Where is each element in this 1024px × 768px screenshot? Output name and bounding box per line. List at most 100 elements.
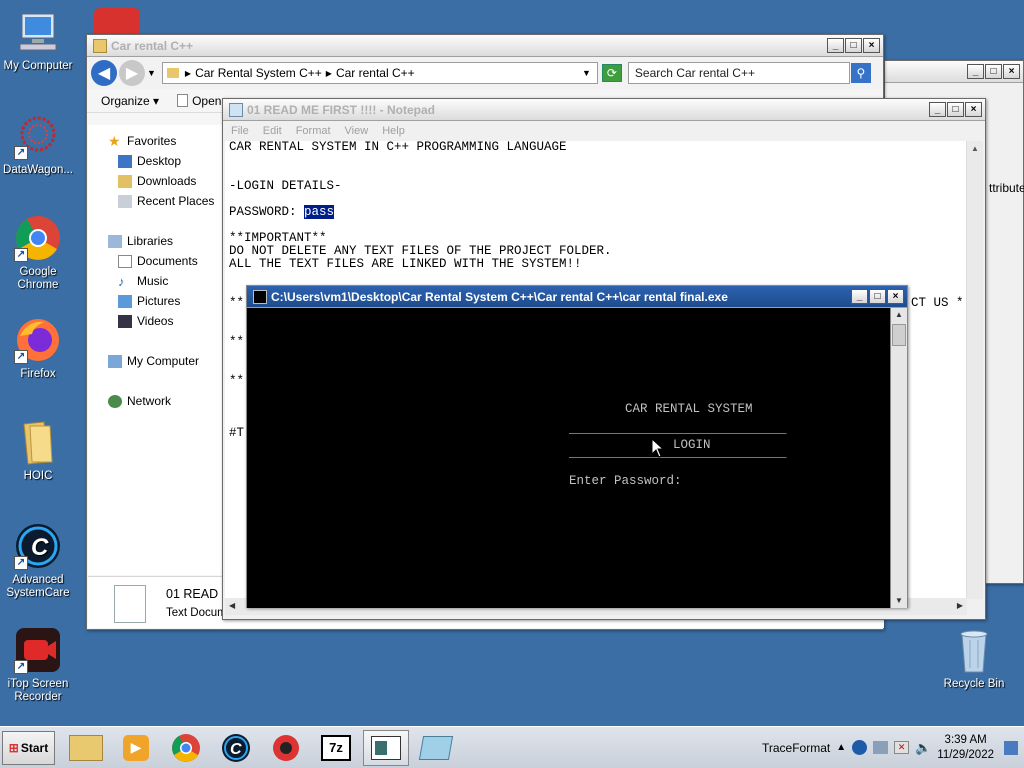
minimize-button[interactable]: _ <box>851 289 868 304</box>
taskbar-advanced-systemcare[interactable]: C <box>213 730 259 766</box>
details-file-type: Text Docum <box>166 607 227 619</box>
minimize-button[interactable]: _ <box>929 102 946 117</box>
network-tray-icon[interactable] <box>873 741 889 754</box>
maximize-button[interactable]: □ <box>985 64 1002 79</box>
refresh-button[interactable]: ⟳ <box>601 64 622 82</box>
scroll-up-arrow-icon[interactable]: ▲ <box>891 308 907 322</box>
back-button[interactable]: ◀ <box>91 60 117 86</box>
desktop-icon-firefox[interactable]: ↗ Firefox <box>0 316 76 381</box>
close-button[interactable]: × <box>965 102 982 117</box>
desktop-icon-partial[interactable] <box>94 8 140 34</box>
volume-icon[interactable]: 🔈 <box>915 740 931 756</box>
desktop-icon-chrome[interactable]: ↗ Google Chrome <box>0 214 76 292</box>
desktop-icon-my-computer[interactable]: My Computer <box>0 8 76 73</box>
organize-button[interactable]: Organize ▾ <box>101 94 159 108</box>
menu-format[interactable]: Format <box>296 125 331 137</box>
search-input[interactable]: Search Car rental C++ <box>627 62 850 84</box>
console-titlebar[interactable]: C:\Users\vm1\Desktop\Car Rental System C… <box>247 286 907 308</box>
search-button[interactable]: ⚲ <box>850 63 871 83</box>
vertical-scrollbar[interactable]: ▲ <box>966 141 983 599</box>
text-line: ALL THE TEXT FILES ARE LINKED WITH THE S… <box>229 257 582 271</box>
menu-file[interactable]: File <box>231 125 249 137</box>
documents-icon <box>118 254 132 268</box>
file-explorer-icon <box>69 734 103 761</box>
nav-my-computer[interactable]: My Computer <box>88 351 224 371</box>
desktop-icon-itop-screen-recorder[interactable]: ↗ iTop Screen Recorder <box>0 626 76 704</box>
desktop-icon-advanced-systemcare[interactable]: C ↗ Advanced SystemCare <box>0 522 76 600</box>
nav-recent-places[interactable]: Recent Places <box>88 191 224 211</box>
nav-desktop[interactable]: Desktop <box>88 151 224 171</box>
scroll-down-arrow-icon[interactable]: ▼ <box>891 594 907 608</box>
background-window-titlebar[interactable]: _ □ × <box>885 61 1023 83</box>
tray-text[interactable]: TraceFormat <box>762 741 830 755</box>
nav-network[interactable]: Network <box>88 391 224 411</box>
close-button[interactable]: × <box>887 289 904 304</box>
pictures-icon <box>118 294 132 308</box>
explorer-titlebar[interactable]: Car rental C++ _ □ × <box>87 35 883 57</box>
scroll-thumb[interactable] <box>892 324 906 346</box>
star-icon: ★ <box>108 132 121 149</box>
show-hidden-icons-button[interactable]: ▲ <box>836 742 846 753</box>
console-output[interactable]: CAR RENTAL SYSTEM ______________________… <box>247 308 890 608</box>
taskbar-console[interactable] <box>363 729 409 766</box>
nav-favorites[interactable]: ★ Favorites <box>88 131 224 151</box>
nav-videos[interactable]: Videos <box>88 311 224 331</box>
scroll-up-arrow-icon[interactable]: ▲ <box>967 141 983 157</box>
minimize-button[interactable]: _ <box>967 64 984 79</box>
breadcrumb-item[interactable]: Car Rental System C++ <box>195 66 322 80</box>
menu-view[interactable]: View <box>345 125 369 137</box>
taskbar-7zip[interactable]: 7z <box>313 730 359 766</box>
breadcrumb-item[interactable]: Car rental C++ <box>336 66 415 80</box>
console-vertical-scrollbar[interactable]: ▲ ▼ <box>890 308 907 608</box>
scroll-right-arrow-icon[interactable]: ▶ <box>957 601 963 610</box>
taskbar-chrome[interactable] <box>163 730 209 766</box>
taskbar-notepad[interactable] <box>413 730 459 766</box>
scroll-left-arrow-icon[interactable]: ◀ <box>229 601 235 610</box>
menu-bar: File Edit Format View Help <box>223 121 985 141</box>
console-window[interactable]: C:\Users\vm1\Desktop\Car Rental System C… <box>246 285 908 608</box>
forward-button[interactable]: ▶ <box>119 60 145 86</box>
notepad-icon <box>418 735 454 760</box>
desktop-icon-recycle-bin[interactable]: Recycle Bin <box>936 626 1012 691</box>
maximize-button[interactable]: □ <box>869 289 886 304</box>
nav-documents[interactable]: Documents <box>88 251 224 271</box>
nav-label: Network <box>127 394 172 408</box>
minimize-button[interactable]: _ <box>827 38 844 53</box>
maximize-button[interactable]: □ <box>947 102 964 117</box>
text-line: CT US * <box>911 296 964 310</box>
show-desktop-button[interactable] <box>1004 740 1018 755</box>
nav-downloads[interactable]: Downloads <box>88 171 224 191</box>
maximize-button[interactable]: □ <box>845 38 862 53</box>
nav-pictures[interactable]: Pictures <box>88 291 224 311</box>
open-button[interactable]: Open <box>177 94 221 108</box>
advanced-systemcare-tray-icon[interactable] <box>852 740 868 755</box>
console-window-icon <box>371 735 401 760</box>
address-dropdown[interactable]: ▼ <box>582 68 591 78</box>
desktop-icon-hoic[interactable]: HOIC <box>0 418 76 483</box>
nav-music[interactable]: ♪ Music <box>88 271 224 291</box>
close-button[interactable]: × <box>863 38 880 53</box>
taskbar-app-red[interactable] <box>263 730 309 766</box>
taskbar-explorer[interactable] <box>63 730 109 766</box>
nav-label: Libraries <box>127 234 174 248</box>
windows-logo-icon: ⊞ <box>8 740 19 755</box>
menu-help[interactable]: Help <box>382 125 405 137</box>
taskbar-media-player[interactable]: ▶ <box>113 730 159 766</box>
console-password-prompt: Enter Password: <box>569 474 682 488</box>
notepad-titlebar[interactable]: 01 READ ME FIRST !!!! - Notepad _ □ × <box>223 99 985 121</box>
menu-edit[interactable]: Edit <box>263 125 282 137</box>
window-controls: _ □ × <box>827 38 880 53</box>
recent-pages-dropdown[interactable]: ▼ <box>147 68 156 78</box>
nav-label: Pictures <box>137 294 181 308</box>
start-button[interactable]: ⊞ Start <box>2 730 55 765</box>
clock[interactable]: 3:39 AM 11/29/2022 <box>937 733 994 763</box>
action-center-icon[interactable]: ✕ <box>894 741 910 754</box>
address-bar[interactable]: ▶ Car Rental System C++ ▶ Car rental C++… <box>161 62 598 84</box>
desktop-icon-datawagon[interactable]: ↗ DataWagon... <box>0 112 76 177</box>
close-button[interactable]: × <box>1003 64 1020 79</box>
nav-label: Desktop <box>137 154 182 168</box>
nav-libraries[interactable]: Libraries <box>88 231 224 251</box>
media-player-icon: ▶ <box>123 734 149 761</box>
nav-label: Favorites <box>127 134 177 148</box>
navigation-pane: ★ Favorites Desktop Downloads Recent Plac… <box>88 125 224 575</box>
